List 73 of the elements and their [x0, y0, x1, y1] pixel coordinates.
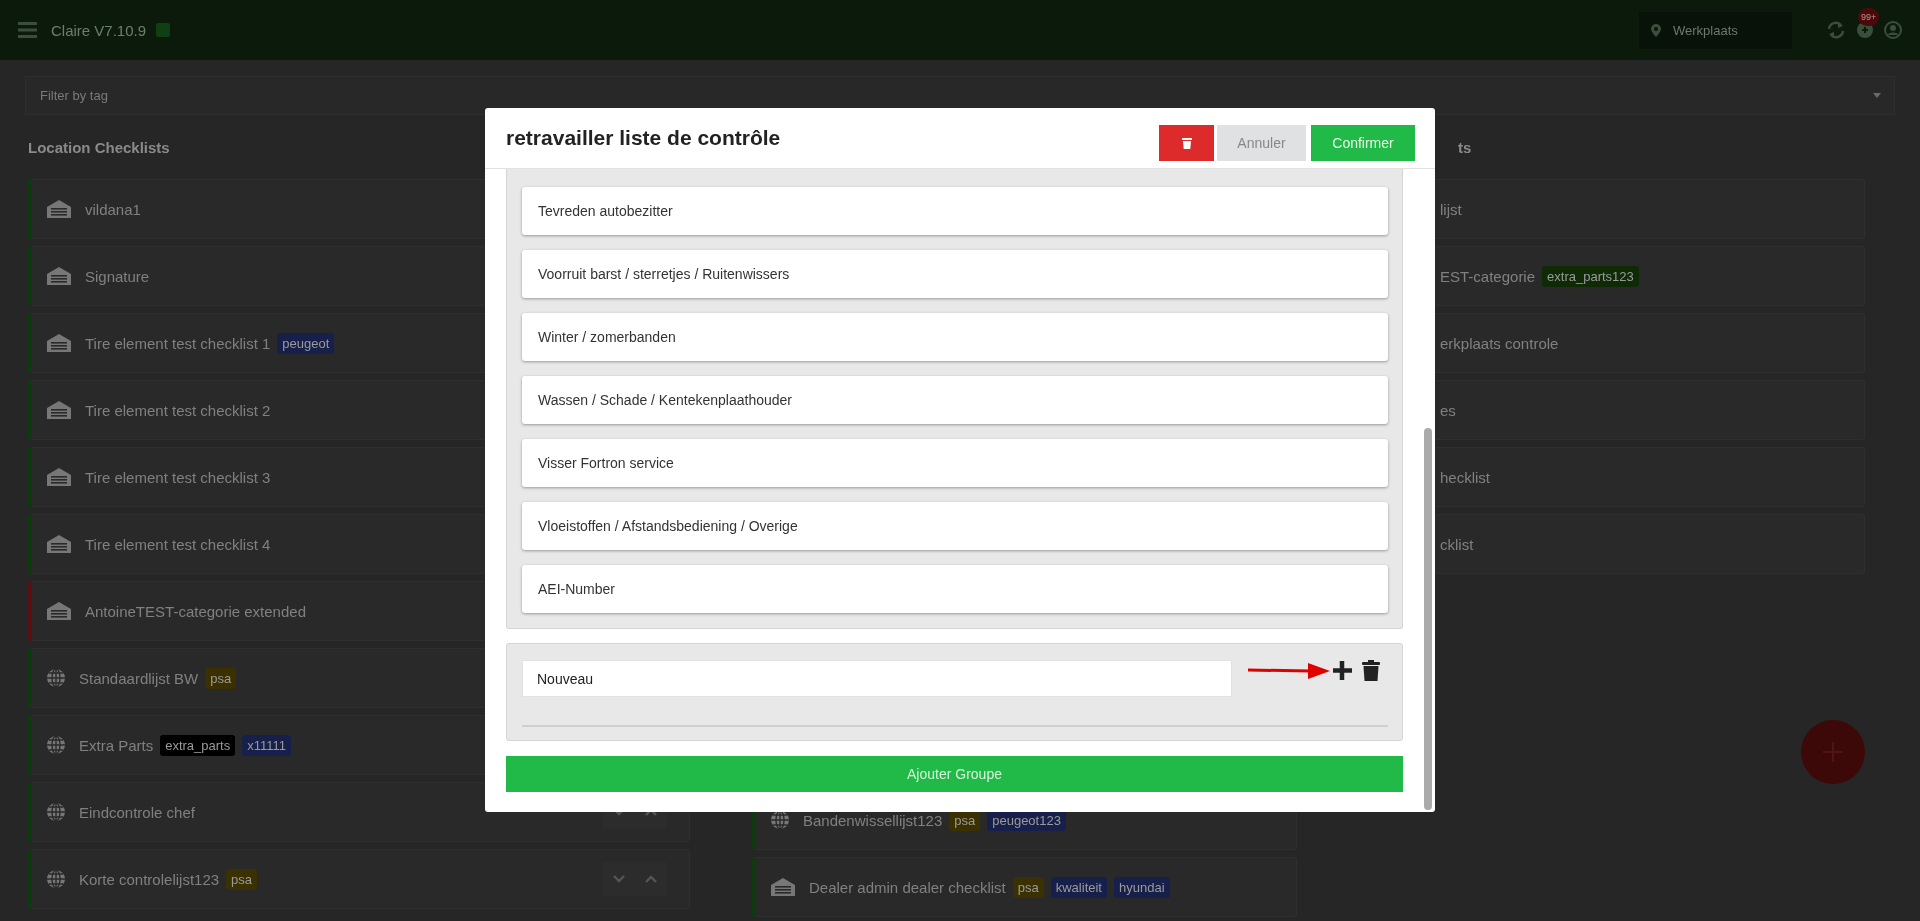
notification-badge: 99+ — [1858, 8, 1880, 26]
garage-icon — [46, 199, 72, 219]
column-heading: ts — [1458, 138, 1472, 158]
checklist-name: Tire element test checklist 2 — [85, 401, 271, 419]
tag-label: peugeot — [277, 332, 335, 354]
column-heading: Location Checklists — [28, 138, 170, 158]
status-indicator — [156, 23, 171, 37]
caret-icon[interactable] — [1873, 93, 1881, 98]
trash-icon — [1181, 137, 1192, 149]
globe-icon — [46, 668, 66, 688]
checklist-name: Extra Parts — [79, 736, 154, 754]
checklist-item[interactable]: AEI-Number — [522, 565, 1388, 613]
garage-icon — [46, 601, 72, 621]
tag-label: extra_parts — [160, 734, 236, 756]
checklist-item[interactable]: Winter / zomerbanden — [522, 313, 1388, 361]
tag-label: extra_parts123 — [1542, 265, 1639, 287]
checklist-name: Bandenwissellijst123 — [803, 811, 943, 829]
checklist-card[interactable]: Dealer admin dealer checklist psa kwaliteit hyundai — [752, 857, 1297, 917]
checklist-name: erkplaats controle — [1440, 334, 1559, 352]
checklist-name: vildana1 — [85, 200, 141, 218]
tag-label: psa — [226, 868, 258, 890]
cancel-button[interactable]: Annuler — [1217, 125, 1306, 161]
checklist-name: Tire element test checklist 1 — [85, 334, 271, 352]
user-icon[interactable] — [1884, 21, 1902, 39]
checklist-item[interactable]: Voorruit barst / sterretjes / Ruitenwissers — [522, 250, 1388, 298]
globe-icon — [46, 869, 66, 889]
chevron-down-icon — [613, 875, 625, 883]
checklist-name: Tire element test checklist 3 — [85, 468, 271, 486]
checklist-name: AntoineTEST-categorie extended — [85, 602, 306, 620]
checklist-name: cklist — [1440, 535, 1474, 553]
checklist-name: Eindcontrole chef — [79, 803, 195, 821]
garage-icon — [46, 534, 72, 554]
menu-icon[interactable] — [18, 21, 37, 39]
dialog-title: retravailler liste de contrôle — [506, 126, 782, 150]
checklist-name: es — [1440, 401, 1456, 419]
checklist-name: EST-categorie — [1440, 267, 1536, 285]
garage-icon — [46, 467, 72, 487]
chevron-up-icon — [645, 875, 657, 883]
checklist-item[interactable]: Tevreden autobezitter — [522, 187, 1388, 235]
tag-label: kwaliteit — [1050, 876, 1107, 898]
globe-icon — [46, 802, 66, 822]
delete-button[interactable] — [1159, 125, 1214, 161]
scrollbar[interactable] — [1424, 428, 1432, 810]
plus-icon[interactable] — [1333, 661, 1352, 680]
checklist-name: hecklist — [1440, 468, 1491, 486]
add-group-button[interactable]: Ajouter Groupe — [506, 756, 1403, 792]
checklist-name: lijst — [1440, 200, 1462, 218]
checklist-name: Signature — [85, 267, 150, 285]
checklist-name: Dealer admin dealer checklist — [809, 878, 1006, 896]
tag-label: x11111 — [242, 734, 292, 756]
group-name-field[interactable]: Nouveau — [522, 660, 1232, 697]
location-selector[interactable]: Werkplaats — [1639, 11, 1792, 49]
garage-icon — [46, 333, 72, 353]
tag-label: psa — [205, 667, 237, 689]
confirm-button[interactable]: Confirmer — [1311, 125, 1415, 161]
checklist-card[interactable]: Korte controlelijst123 psa — [28, 849, 690, 909]
checklist-item[interactable]: Vloeistoffen / Afstandsbediening / Overige — [522, 502, 1388, 550]
refresh-icon[interactable] — [1826, 20, 1846, 40]
checklist-item[interactable]: Wassen / Schade / Kentekenplaathouder — [522, 376, 1388, 424]
checklist-name: Tire element test checklist 4 — [85, 535, 271, 553]
tag-label: hyundai — [1114, 876, 1170, 898]
tag-filter-field[interactable]: Filter by tag — [25, 76, 1895, 115]
garage-icon — [46, 400, 72, 420]
garage-icon — [770, 877, 796, 897]
trash-icon[interactable] — [1362, 660, 1380, 681]
checklist-name: Standaardlijst BW — [79, 669, 199, 687]
tag-label: psa — [1012, 876, 1044, 898]
globe-icon — [46, 735, 66, 755]
garage-icon — [46, 266, 72, 286]
app-title: Claire V7.10.9 — [51, 21, 147, 39]
checklist-item[interactable]: Visser Fortron service — [522, 439, 1388, 487]
pin-icon — [1651, 23, 1661, 37]
checklist-name: Korte controlelijst123 — [79, 870, 220, 888]
